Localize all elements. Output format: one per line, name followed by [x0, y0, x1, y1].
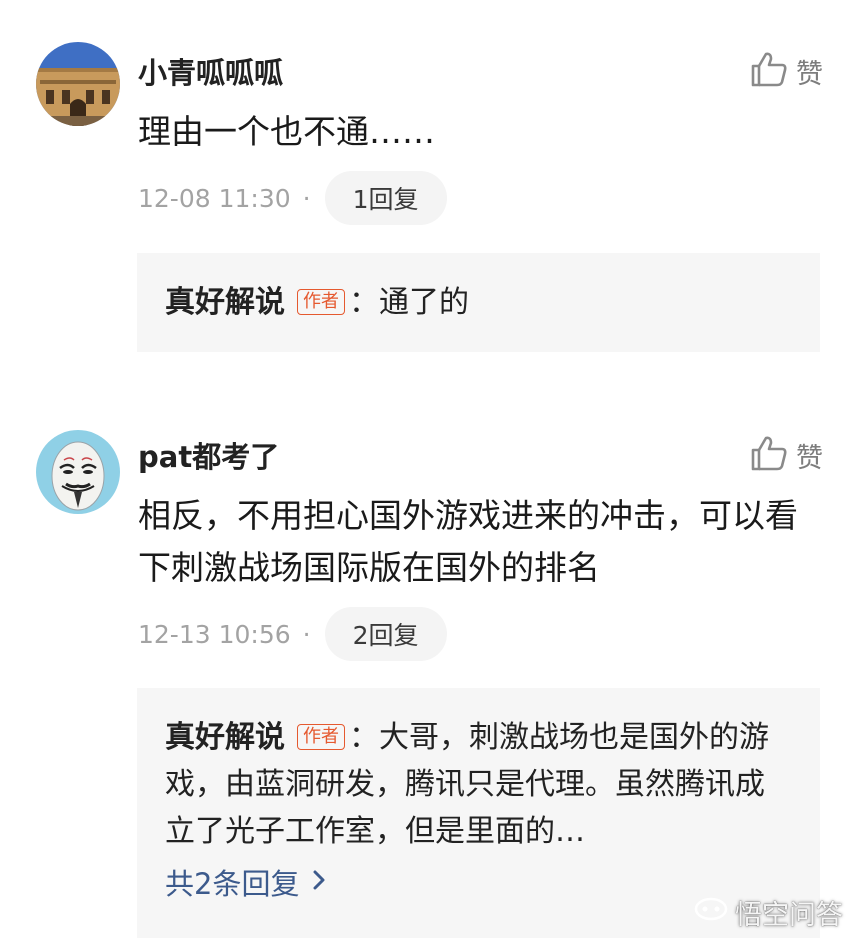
comment-meta: 12-13 10:56 · 2回复 [138, 607, 447, 661]
author-badge: 作者 [297, 724, 345, 750]
avatar[interactable] [36, 42, 120, 126]
timestamp: 12-13 10:56 [138, 619, 291, 649]
username[interactable]: 小青呱呱呱 [138, 50, 283, 92]
comment-meta: 12-08 11:30 · 1回复 [138, 171, 447, 225]
wukong-logo-icon [693, 895, 729, 930]
see-all-label: 共2条回复 [165, 867, 300, 901]
like-label: 赞 [796, 58, 823, 90]
like-button[interactable]: 赞 [750, 434, 823, 476]
avatar[interactable] [36, 430, 120, 514]
timestamp: 12-08 11:30 [138, 183, 291, 213]
reply-line: 真好解说 作者 ：大哥，刺激战场也是国外的游戏，由蓝洞研发，腾讯只是代理。虽然腾讯成… [165, 714, 792, 855]
reply-line: 真好解说 作者 ：通了的 [165, 280, 469, 326]
like-label: 赞 [796, 442, 823, 474]
comment-text: 相反，不用担心国外游戏进来的冲击，可以看下刺激战场国际版在国外的排名 [138, 496, 798, 587]
reply-count-button[interactable]: 1回复 [324, 171, 447, 225]
reply-preview[interactable]: 真好解说 作者 ：通了的 [137, 253, 820, 352]
like-button[interactable]: 赞 [750, 50, 823, 92]
reply-author[interactable]: 真好解说 [165, 720, 285, 755]
separator-dot: · [302, 619, 311, 649]
author-badge: 作者 [297, 288, 345, 315]
separator-dot: · [302, 183, 311, 213]
comment-text: 理由一个也不通…… [138, 112, 435, 151]
thumbs-up-icon [750, 434, 788, 476]
reply-text: ：通了的 [349, 284, 469, 320]
watermark: 悟空问答 [693, 893, 843, 932]
reply-author[interactable]: 真好解说 [165, 285, 285, 320]
username[interactable]: pat都考了 [138, 434, 279, 476]
reply-count-button[interactable]: 2回复 [324, 607, 447, 661]
watermark-text: 悟空问答 [735, 900, 843, 931]
chevron-right-icon [311, 865, 327, 899]
thumbs-up-icon [750, 50, 788, 92]
